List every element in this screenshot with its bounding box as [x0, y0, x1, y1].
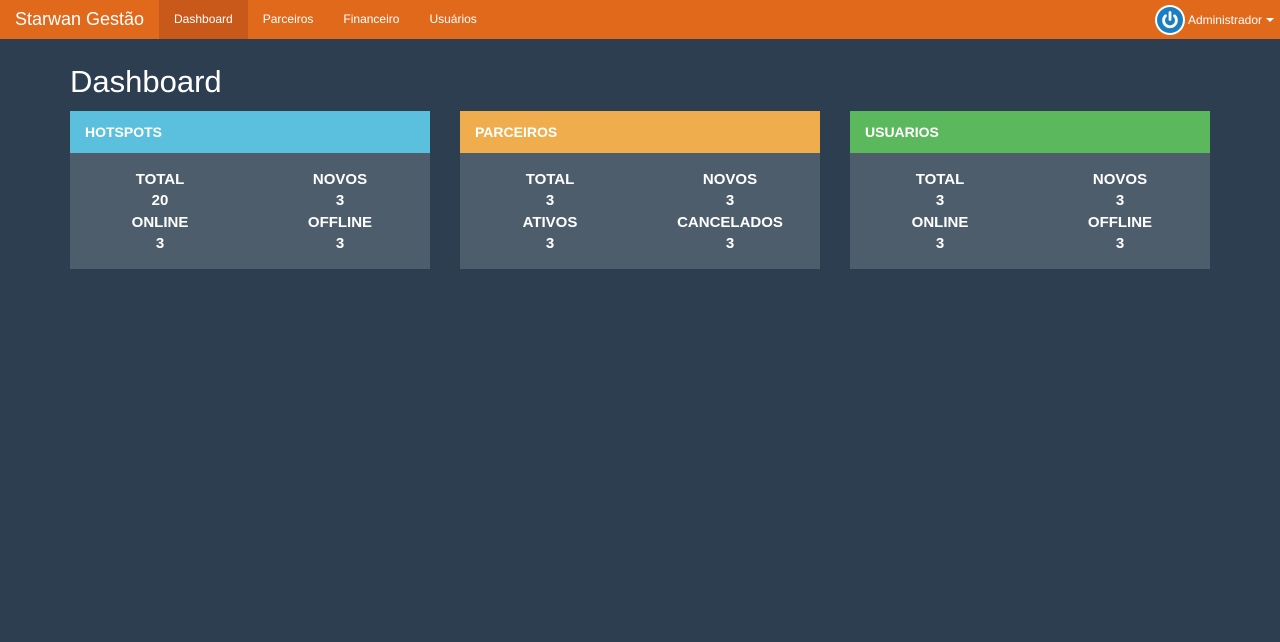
- panel-body: TOTAL 20 NOVOS 3 ONLINE 3 OFFLINE 3: [70, 153, 430, 255]
- stat-value: 3: [725, 235, 735, 252]
- stat-offline: OFFLINE 3: [1030, 212, 1210, 255]
- stat-novos: NOVOS 3: [1030, 169, 1210, 212]
- stat-label: TOTAL: [915, 171, 965, 188]
- caret-down-icon: [1266, 17, 1274, 22]
- stat-online: ONLINE 3: [70, 212, 250, 255]
- brand-link[interactable]: Starwan Gestão: [0, 0, 159, 39]
- stat-value: 20: [151, 192, 169, 209]
- stat-label: CANCELADOS: [677, 214, 783, 231]
- nav-item-usuarios[interactable]: Usuários: [414, 0, 491, 39]
- stat-ativos: ATIVOS 3: [460, 212, 640, 255]
- stat-value: 3: [1115, 235, 1125, 252]
- stat-label: ATIVOS: [522, 214, 578, 231]
- stat-total: TOTAL 3: [460, 169, 640, 212]
- stat-value: 3: [545, 192, 555, 209]
- stat-label: OFFLINE: [1087, 214, 1153, 231]
- stat-value: 3: [545, 235, 555, 252]
- nav-item-dashboard[interactable]: Dashboard: [159, 0, 248, 39]
- user-name: Administrador: [1187, 12, 1262, 27]
- stat-novos: NOVOS 3: [250, 169, 430, 212]
- user-menu[interactable]: Administrador: [1154, 0, 1280, 39]
- stat-online: ONLINE 3: [850, 212, 1030, 255]
- stat-total: TOTAL 20: [70, 169, 250, 212]
- stat-value: 3: [935, 235, 945, 252]
- stat-label: ONLINE: [131, 214, 189, 231]
- stat-value: 3: [1115, 192, 1125, 209]
- stat-novos: NOVOS 3: [640, 169, 820, 212]
- panel-heading: HOTSPOTS: [70, 111, 430, 153]
- panel-body: TOTAL 3 NOVOS 3 ATIVOS 3 CANCELADOS 3: [460, 153, 820, 255]
- stat-value: 3: [155, 235, 165, 252]
- panel-heading: PARCEIROS: [460, 111, 820, 153]
- nav-item-financeiro[interactable]: Financeiro: [328, 0, 414, 39]
- stat-label: NOVOS: [1092, 171, 1148, 188]
- stat-cancelados: CANCELADOS 3: [640, 212, 820, 255]
- stat-label: TOTAL: [525, 171, 575, 188]
- page-title: Dashboard: [70, 64, 222, 99]
- stat-label: OFFLINE: [307, 214, 373, 231]
- stat-label: NOVOS: [312, 171, 368, 188]
- panel-usuarios: USUARIOS TOTAL 3 NOVOS 3 ONLINE 3 OFFLIN…: [850, 111, 1210, 269]
- stat-value: 3: [935, 192, 945, 209]
- panel-parceiros: PARCEIROS TOTAL 3 NOVOS 3 ATIVOS 3 CANCE…: [460, 111, 820, 269]
- stat-label: TOTAL: [135, 171, 185, 188]
- power-icon: [1154, 4, 1185, 35]
- navbar: Starwan Gestão Dashboard Parceiros Finan…: [0, 0, 1280, 39]
- stat-offline: OFFLINE 3: [250, 212, 430, 255]
- panel-hotspots: HOTSPOTS TOTAL 20 NOVOS 3 ONLINE 3 OFFLI…: [70, 111, 430, 269]
- stat-label: NOVOS: [702, 171, 758, 188]
- stat-value: 3: [725, 192, 735, 209]
- panel-heading: USUARIOS: [850, 111, 1210, 153]
- panel-body: TOTAL 3 NOVOS 3 ONLINE 3 OFFLINE 3: [850, 153, 1210, 255]
- nav-item-parceiros[interactable]: Parceiros: [248, 0, 329, 39]
- stat-total: TOTAL 3: [850, 169, 1030, 212]
- stat-value: 3: [335, 192, 345, 209]
- stat-value: 3: [335, 235, 345, 252]
- stat-label: ONLINE: [911, 214, 969, 231]
